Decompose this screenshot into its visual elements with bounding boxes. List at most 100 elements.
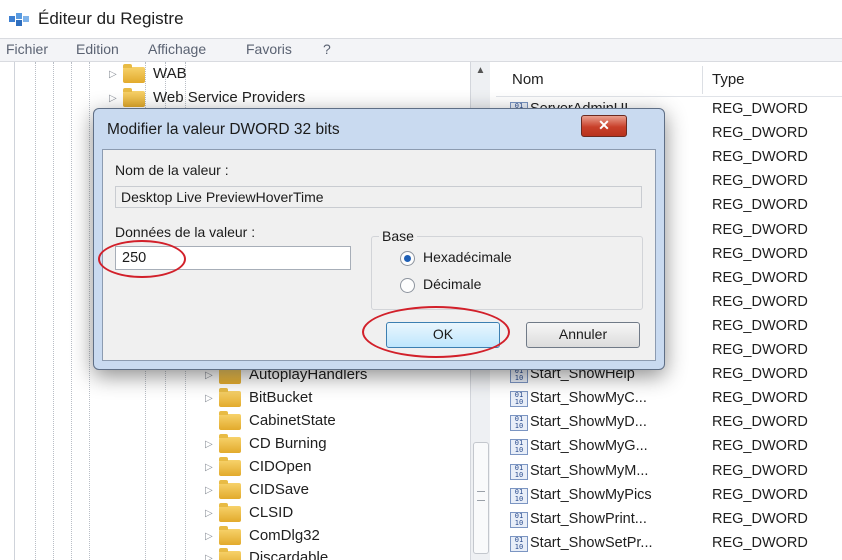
expand-arrow-icon: ▷	[205, 416, 213, 427]
folder-icon	[219, 503, 241, 522]
dword-value-icon: 01 10	[510, 487, 528, 504]
expand-arrow-icon[interactable]: ▷	[205, 462, 213, 473]
hex-radio[interactable]	[400, 251, 415, 266]
value-name: Start_ShowSetPr...	[530, 534, 653, 551]
value-name: Start_ShowMyG...	[530, 438, 648, 455]
menu-bar: Fichier Edition Affichage Favoris ?	[0, 38, 842, 62]
list-row[interactable]: 01 10 Start_ShowSetPr... REG_DWORD	[496, 532, 842, 556]
value-type: REG_DWORD	[712, 390, 808, 407]
tree-item-label: CabinetState	[249, 412, 336, 429]
value-type: REG_DWORD	[712, 125, 808, 142]
value-type: REG_DWORD	[712, 366, 808, 383]
folder-icon	[219, 457, 241, 476]
grip-icon	[477, 491, 485, 501]
tree-item-label: ComDlg32	[249, 527, 320, 544]
folder-icon	[219, 526, 241, 545]
expand-arrow-icon[interactable]: ▷	[109, 69, 117, 80]
close-button[interactable]: ✕	[581, 115, 627, 137]
highlight-ellipse-ok-button	[362, 306, 510, 358]
hex-radio-label[interactable]: Hexadécimale	[423, 249, 512, 265]
value-type: REG_DWORD	[712, 269, 808, 286]
tree-item-label: CIDSave	[249, 481, 310, 498]
dword-value-icon: 01 10	[510, 415, 528, 432]
list-row[interactable]: 01 10 Start_ShowPrint... REG_DWORD	[496, 508, 842, 532]
base-groupbox	[371, 236, 643, 310]
dword-value-icon: 01 10	[510, 511, 528, 528]
list-row[interactable]: 01 10 Start_ShowMyM... REG_DWORD	[496, 460, 842, 484]
tree-item-label: CLSID	[249, 504, 294, 521]
list-header: Nom Type	[496, 62, 842, 97]
dword-value-icon: 01 10	[510, 439, 528, 456]
value-name: Start_ShowPrint...	[530, 510, 647, 527]
close-icon: ✕	[598, 117, 610, 133]
dword-value-icon: 01 10	[510, 463, 528, 480]
folder-icon	[219, 388, 241, 407]
value-type: REG_DWORD	[712, 101, 808, 117]
expand-arrow-icon[interactable]: ▷	[205, 485, 213, 496]
dec-radio[interactable]	[400, 278, 415, 293]
value-data-label: Données de la valeur :	[115, 224, 256, 240]
scrollbar-thumb[interactable]	[473, 442, 489, 554]
column-header-name[interactable]: Nom	[512, 71, 544, 88]
value-name-field: Desktop Live PreviewHoverTime	[115, 186, 642, 208]
column-divider[interactable]	[702, 66, 703, 94]
value-type: REG_DWORD	[712, 317, 808, 334]
expand-arrow-icon[interactable]: ▷	[205, 553, 213, 560]
menu-help[interactable]: ?	[323, 41, 331, 57]
value-type: REG_DWORD	[712, 197, 808, 214]
list-row[interactable]: 01 10 Start_ShowMyG... REG_DWORD	[496, 435, 842, 459]
menu-fichier[interactable]: Fichier	[6, 41, 48, 57]
dec-radio-label[interactable]: Décimale	[423, 276, 481, 292]
value-type: REG_DWORD	[712, 438, 808, 455]
tree-item-label: CIDOpen	[249, 458, 312, 475]
tree-guide-line	[53, 62, 54, 560]
dword-value-icon: 01 10	[510, 535, 528, 552]
folder-icon	[219, 434, 241, 453]
value-name-label: Nom de la valeur :	[115, 162, 229, 178]
value-type: REG_DWORD	[712, 534, 808, 551]
expand-arrow-icon[interactable]: ▷	[205, 370, 213, 381]
folder-icon	[123, 88, 145, 107]
folder-icon	[219, 480, 241, 499]
value-type: REG_DWORD	[712, 173, 808, 190]
value-type: REG_DWORD	[712, 245, 808, 262]
list-row[interactable]: 01 10 Start_ShowMyD... REG_DWORD	[496, 411, 842, 435]
expand-arrow-icon[interactable]: ▷	[205, 393, 213, 404]
menu-edition[interactable]: Edition	[76, 41, 119, 57]
folder-icon	[219, 411, 241, 430]
value-name: Start_ShowMyC...	[530, 390, 647, 407]
expand-arrow-icon[interactable]: ▷	[205, 531, 213, 542]
value-type: REG_DWORD	[712, 149, 808, 166]
window-title: Éditeur du Registre	[38, 9, 184, 28]
tree-item-label: Discardable	[249, 549, 329, 560]
cancel-button[interactable]: Annuler	[526, 322, 640, 348]
list-row[interactable]: 01 10 Start_ShowMyC... REG_DWORD	[496, 387, 842, 411]
title-bar: Éditeur du Registre	[0, 0, 842, 38]
base-group-label: Base	[379, 228, 417, 244]
value-name: Start_ShowMyPics	[530, 486, 652, 503]
folder-icon	[219, 548, 241, 560]
highlight-ellipse-value-data	[98, 240, 186, 278]
dialog-title: Modifier la valeur DWORD 32 bits	[107, 121, 340, 138]
folder-icon	[219, 365, 241, 384]
tree-guide-line	[35, 62, 36, 560]
tree-item-label: BitBucket	[249, 389, 313, 406]
expand-arrow-icon[interactable]: ▷	[109, 93, 117, 104]
menu-affichage[interactable]: Affichage	[148, 41, 206, 57]
value-type: REG_DWORD	[712, 510, 808, 527]
value-name: Start_ShowMyM...	[530, 462, 649, 479]
expand-arrow-icon[interactable]: ▷	[205, 508, 213, 519]
tree-guide-line	[89, 62, 90, 560]
folder-icon	[123, 64, 145, 83]
menu-favoris[interactable]: Favoris	[246, 41, 292, 57]
value-type: REG_DWORD	[712, 293, 808, 310]
value-type: REG_DWORD	[712, 414, 808, 431]
list-row[interactable]: 01 10 Start_ShowMyPics REG_DWORD	[496, 484, 842, 508]
registry-editor-icon	[9, 13, 29, 26]
expand-arrow-icon[interactable]: ▷	[205, 439, 213, 450]
scroll-up-arrow-icon[interactable]: ▲	[471, 62, 490, 80]
tree-guide-line	[71, 62, 72, 560]
column-header-type[interactable]: Type	[712, 71, 745, 88]
dword-value-icon: 01 10	[510, 391, 528, 408]
tree-item-label: Web Service Providers	[153, 89, 306, 106]
